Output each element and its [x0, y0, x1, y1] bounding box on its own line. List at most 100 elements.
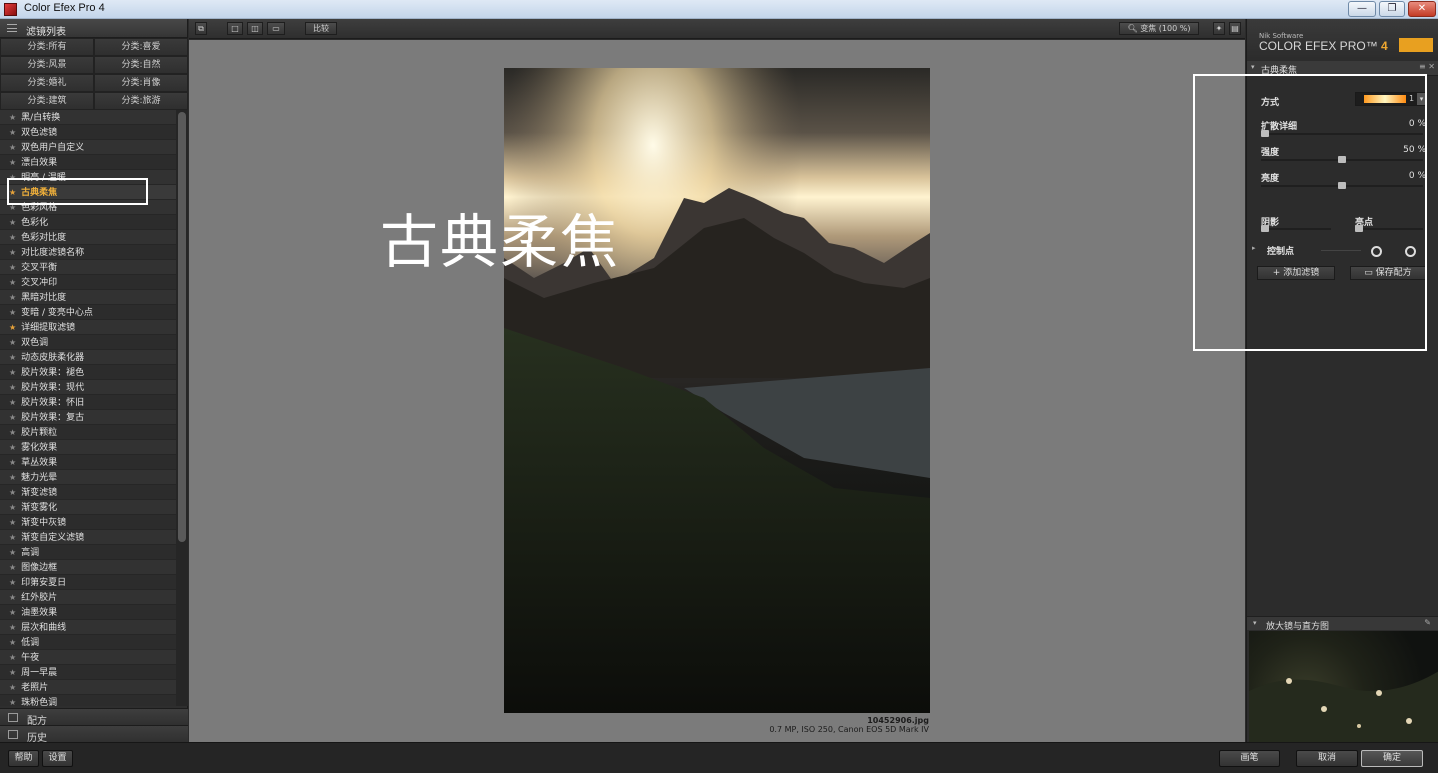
- favorite-star-icon[interactable]: ★: [9, 533, 16, 542]
- background-dark-button[interactable]: ▤: [1229, 22, 1241, 35]
- favorite-star-icon[interactable]: ★: [9, 623, 16, 632]
- filter-list-item[interactable]: ★ 午夜: [0, 650, 176, 665]
- favorite-star-icon[interactable]: ★: [9, 488, 16, 497]
- filter-list-item[interactable]: ★ 魅力光晕: [0, 470, 176, 485]
- filter-list-item[interactable]: ★ 漂白效果: [0, 155, 176, 170]
- favorite-star-icon[interactable]: ★: [9, 338, 16, 347]
- filter-list-item[interactable]: ★ 色彩对比度: [0, 230, 176, 245]
- favorite-star-icon[interactable]: ★: [9, 383, 16, 392]
- category-portrait[interactable]: 分类:肖像: [94, 74, 188, 92]
- restore-button[interactable]: ❐: [1379, 1, 1405, 17]
- favorite-star-icon[interactable]: ★: [9, 458, 16, 467]
- split-view-button[interactable]: ◫: [247, 22, 263, 35]
- favorite-star-icon[interactable]: ★: [9, 593, 16, 602]
- category-all[interactable]: 分类:所有: [0, 38, 94, 56]
- loupe-header[interactable]: ▾ 放大镜与直方图 ✎: [1247, 616, 1438, 632]
- filter-list-scrollbar[interactable]: [176, 110, 188, 706]
- filter-list-item[interactable]: ★ 低调: [0, 635, 176, 650]
- help-button[interactable]: 帮助: [8, 750, 39, 767]
- filter-list-item[interactable]: ★ 胶片效果：怀旧: [0, 395, 176, 410]
- ok-button[interactable]: 确定: [1361, 750, 1423, 767]
- favorite-star-icon[interactable]: ★: [9, 128, 16, 137]
- favorite-star-icon[interactable]: ★: [9, 368, 16, 377]
- favorite-star-icon[interactable]: ★: [9, 218, 16, 227]
- category-nature[interactable]: 分类:自然: [94, 56, 188, 74]
- favorite-star-icon[interactable]: ★: [9, 473, 16, 482]
- favorite-star-icon[interactable]: ★: [9, 263, 16, 272]
- favorite-star-icon[interactable]: ★: [9, 428, 16, 437]
- favorite-star-icon[interactable]: ★: [9, 638, 16, 647]
- category-landscape[interactable]: 分类:风景: [0, 56, 94, 74]
- favorite-star-icon[interactable]: ★: [9, 563, 16, 572]
- filter-list-item[interactable]: ★ 高调: [0, 545, 176, 560]
- collapse-icon[interactable]: ▾: [1253, 619, 1257, 627]
- collapse-icon[interactable]: ▾: [1251, 63, 1255, 71]
- filter-list-item[interactable]: ★ 动态皮肤柔化器: [0, 350, 176, 365]
- favorite-star-icon[interactable]: ★: [9, 698, 16, 706]
- cancel-button[interactable]: 取消: [1296, 750, 1358, 767]
- filter-list-item[interactable]: ★ 胶片效果：复古: [0, 410, 176, 425]
- favorite-star-icon[interactable]: ★: [9, 413, 16, 422]
- filter-list-item[interactable]: ★ 层次和曲线: [0, 620, 176, 635]
- filter-list-item[interactable]: ★ 胶片颗粒: [0, 425, 176, 440]
- filter-list-item[interactable]: ★ 详细提取滤镜: [0, 320, 176, 335]
- favorite-star-icon[interactable]: ★: [9, 683, 16, 692]
- filter-list-item[interactable]: ★ 渐变中灰镜: [0, 515, 176, 530]
- favorite-star-icon[interactable]: ★: [9, 608, 16, 617]
- category-architecture[interactable]: 分类:建筑: [0, 92, 94, 110]
- favorite-star-icon[interactable]: ★: [9, 398, 16, 407]
- history-section[interactable]: 历史: [0, 725, 188, 744]
- favorite-star-icon[interactable]: ★: [9, 308, 16, 317]
- favorite-star-icon[interactable]: ★: [9, 443, 16, 452]
- filter-list-item[interactable]: ★ 胶片效果：褪色: [0, 365, 176, 380]
- scrollbar-thumb[interactable]: [178, 112, 186, 542]
- category-travel[interactable]: 分类:旅游: [94, 92, 188, 110]
- favorite-star-icon[interactable]: ★: [9, 278, 16, 287]
- filter-list-item[interactable]: ★ 交叉平衡: [0, 260, 176, 275]
- favorite-star-icon[interactable]: ★: [9, 233, 16, 242]
- settings-button[interactable]: 设置: [42, 750, 73, 767]
- filter-list-item[interactable]: ★ 渐变雾化: [0, 500, 176, 515]
- filter-list-item[interactable]: ★ 双色调: [0, 335, 176, 350]
- favorite-star-icon[interactable]: ★: [9, 323, 16, 332]
- favorite-star-icon[interactable]: ★: [9, 548, 16, 557]
- filter-list-item[interactable]: ★ 黑暗对比度: [0, 290, 176, 305]
- favorite-star-icon[interactable]: ★: [9, 158, 16, 167]
- recipes-section[interactable]: 配方: [0, 708, 188, 727]
- filter-list-item[interactable]: ★ 油墨效果: [0, 605, 176, 620]
- filter-list-item[interactable]: ★ 黑/白转换: [0, 110, 176, 125]
- minimize-button[interactable]: —: [1348, 1, 1376, 17]
- filter-list-item[interactable]: ★ 雾化效果: [0, 440, 176, 455]
- favorite-star-icon[interactable]: ★: [9, 653, 16, 662]
- favorite-star-icon[interactable]: ★: [9, 143, 16, 152]
- favorite-star-icon[interactable]: ★: [9, 668, 16, 677]
- preview-image[interactable]: [504, 68, 930, 713]
- panel-toggle-button[interactable]: ⧉: [195, 22, 207, 35]
- filter-list-item[interactable]: ★ 渐变自定义滤镜: [0, 530, 176, 545]
- pin-icon[interactable]: ✎: [1424, 618, 1431, 627]
- favorite-star-icon[interactable]: ★: [9, 518, 16, 527]
- filter-list-item[interactable]: ★ 对比度滤镜名称: [0, 245, 176, 260]
- favorite-star-icon[interactable]: ★: [9, 578, 16, 587]
- favorite-star-icon[interactable]: ★: [9, 293, 16, 302]
- filter-list-item[interactable]: ★ 胶片效果：现代: [0, 380, 176, 395]
- filter-list-item[interactable]: ★ 珠粉色调: [0, 695, 176, 706]
- filter-list-item[interactable]: ★ 周一早晨: [0, 665, 176, 680]
- brush-button[interactable]: 画笔: [1219, 750, 1280, 767]
- single-view-button[interactable]: □: [227, 22, 243, 35]
- filter-list-item[interactable]: ★ 图像边框: [0, 560, 176, 575]
- loupe-preview[interactable]: [1249, 631, 1438, 742]
- filter-list-item[interactable]: ★ 草丛效果: [0, 455, 176, 470]
- filter-list-item[interactable]: ★ 双色滤镜: [0, 125, 176, 140]
- filter-list-header[interactable]: 滤镜列表: [0, 19, 187, 38]
- filter-list-item[interactable]: ★ 双色用户自定义: [0, 140, 176, 155]
- filter-list-item[interactable]: ★ 老照片: [0, 680, 176, 695]
- favorite-star-icon[interactable]: ★: [9, 503, 16, 512]
- background-light-button[interactable]: ✦: [1213, 22, 1225, 35]
- filter-list-item[interactable]: ★ 交叉冲印: [0, 275, 176, 290]
- category-favorites[interactable]: 分类:喜爱: [94, 38, 188, 56]
- filter-menu-icon[interactable]: ≡ ✕: [1419, 62, 1435, 71]
- filter-list-item[interactable]: ★ 变暗 / 变亮中心点: [0, 305, 176, 320]
- side-by-side-button[interactable]: ▭: [267, 22, 285, 35]
- compare-button[interactable]: 比较: [305, 22, 337, 35]
